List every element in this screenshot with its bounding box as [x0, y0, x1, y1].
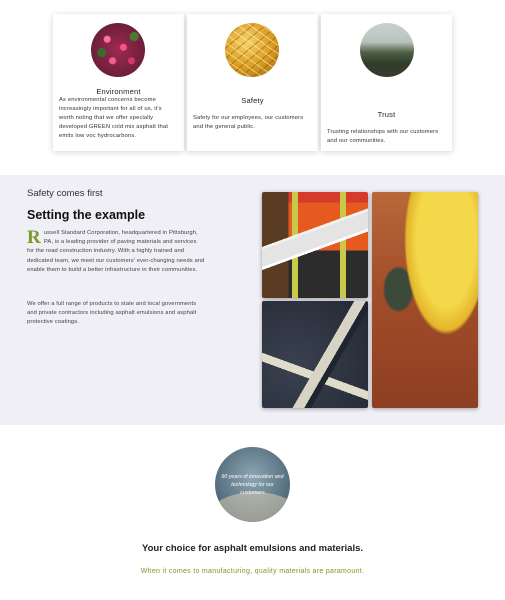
card-trust: Trust Trusting relationships with our cu… — [321, 14, 452, 151]
card-environment: Environment As environmental concerns be… — [53, 14, 184, 151]
hard-hat-photo — [372, 192, 478, 408]
gold-texture-image — [225, 23, 279, 77]
tagline: When it comes to manufacturing, quality … — [140, 568, 365, 575]
values-cards-section: Environment As environmental concerns be… — [0, 0, 505, 175]
card-body: As environmental concerns become increas… — [59, 97, 168, 139]
choice-heading: Your choice for asphalt emulsions and ma… — [141, 543, 364, 554]
dropcap-letter: R — [27, 227, 41, 248]
worker-blueprints-photo — [262, 192, 368, 298]
intro-text: ussell Standard Corporation, headquarter… — [27, 230, 205, 273]
card-title: Trust — [377, 110, 396, 119]
card-title: Environment — [96, 87, 141, 96]
section-eyebrow: Safety comes first — [27, 188, 103, 199]
card-safety: Safety Safety for our employees, our cus… — [187, 14, 318, 151]
card-title: Safety — [241, 96, 264, 105]
section-headline: Setting the example — [27, 208, 146, 222]
intro-paragraph: Russell Standard Corporation, headquarte… — [27, 227, 205, 275]
card-body: Safety for our employees, our customers … — [193, 115, 304, 130]
badge-text: 90 years of innovation and technology fo… — [221, 474, 284, 496]
flowers-image — [91, 23, 145, 77]
bottom-section: 90 years of innovation and technology fo… — [0, 425, 505, 600]
card-body: Trusting relationships with our customer… — [327, 129, 439, 144]
landscape-image — [360, 23, 414, 77]
anniversary-badge: 90 years of innovation and technology fo… — [215, 447, 290, 522]
safety-section: Safety comes first Setting the example R… — [0, 175, 505, 425]
products-paragraph: We offer a full range of products to sta… — [27, 301, 197, 326]
asphalt-photo — [262, 301, 368, 408]
